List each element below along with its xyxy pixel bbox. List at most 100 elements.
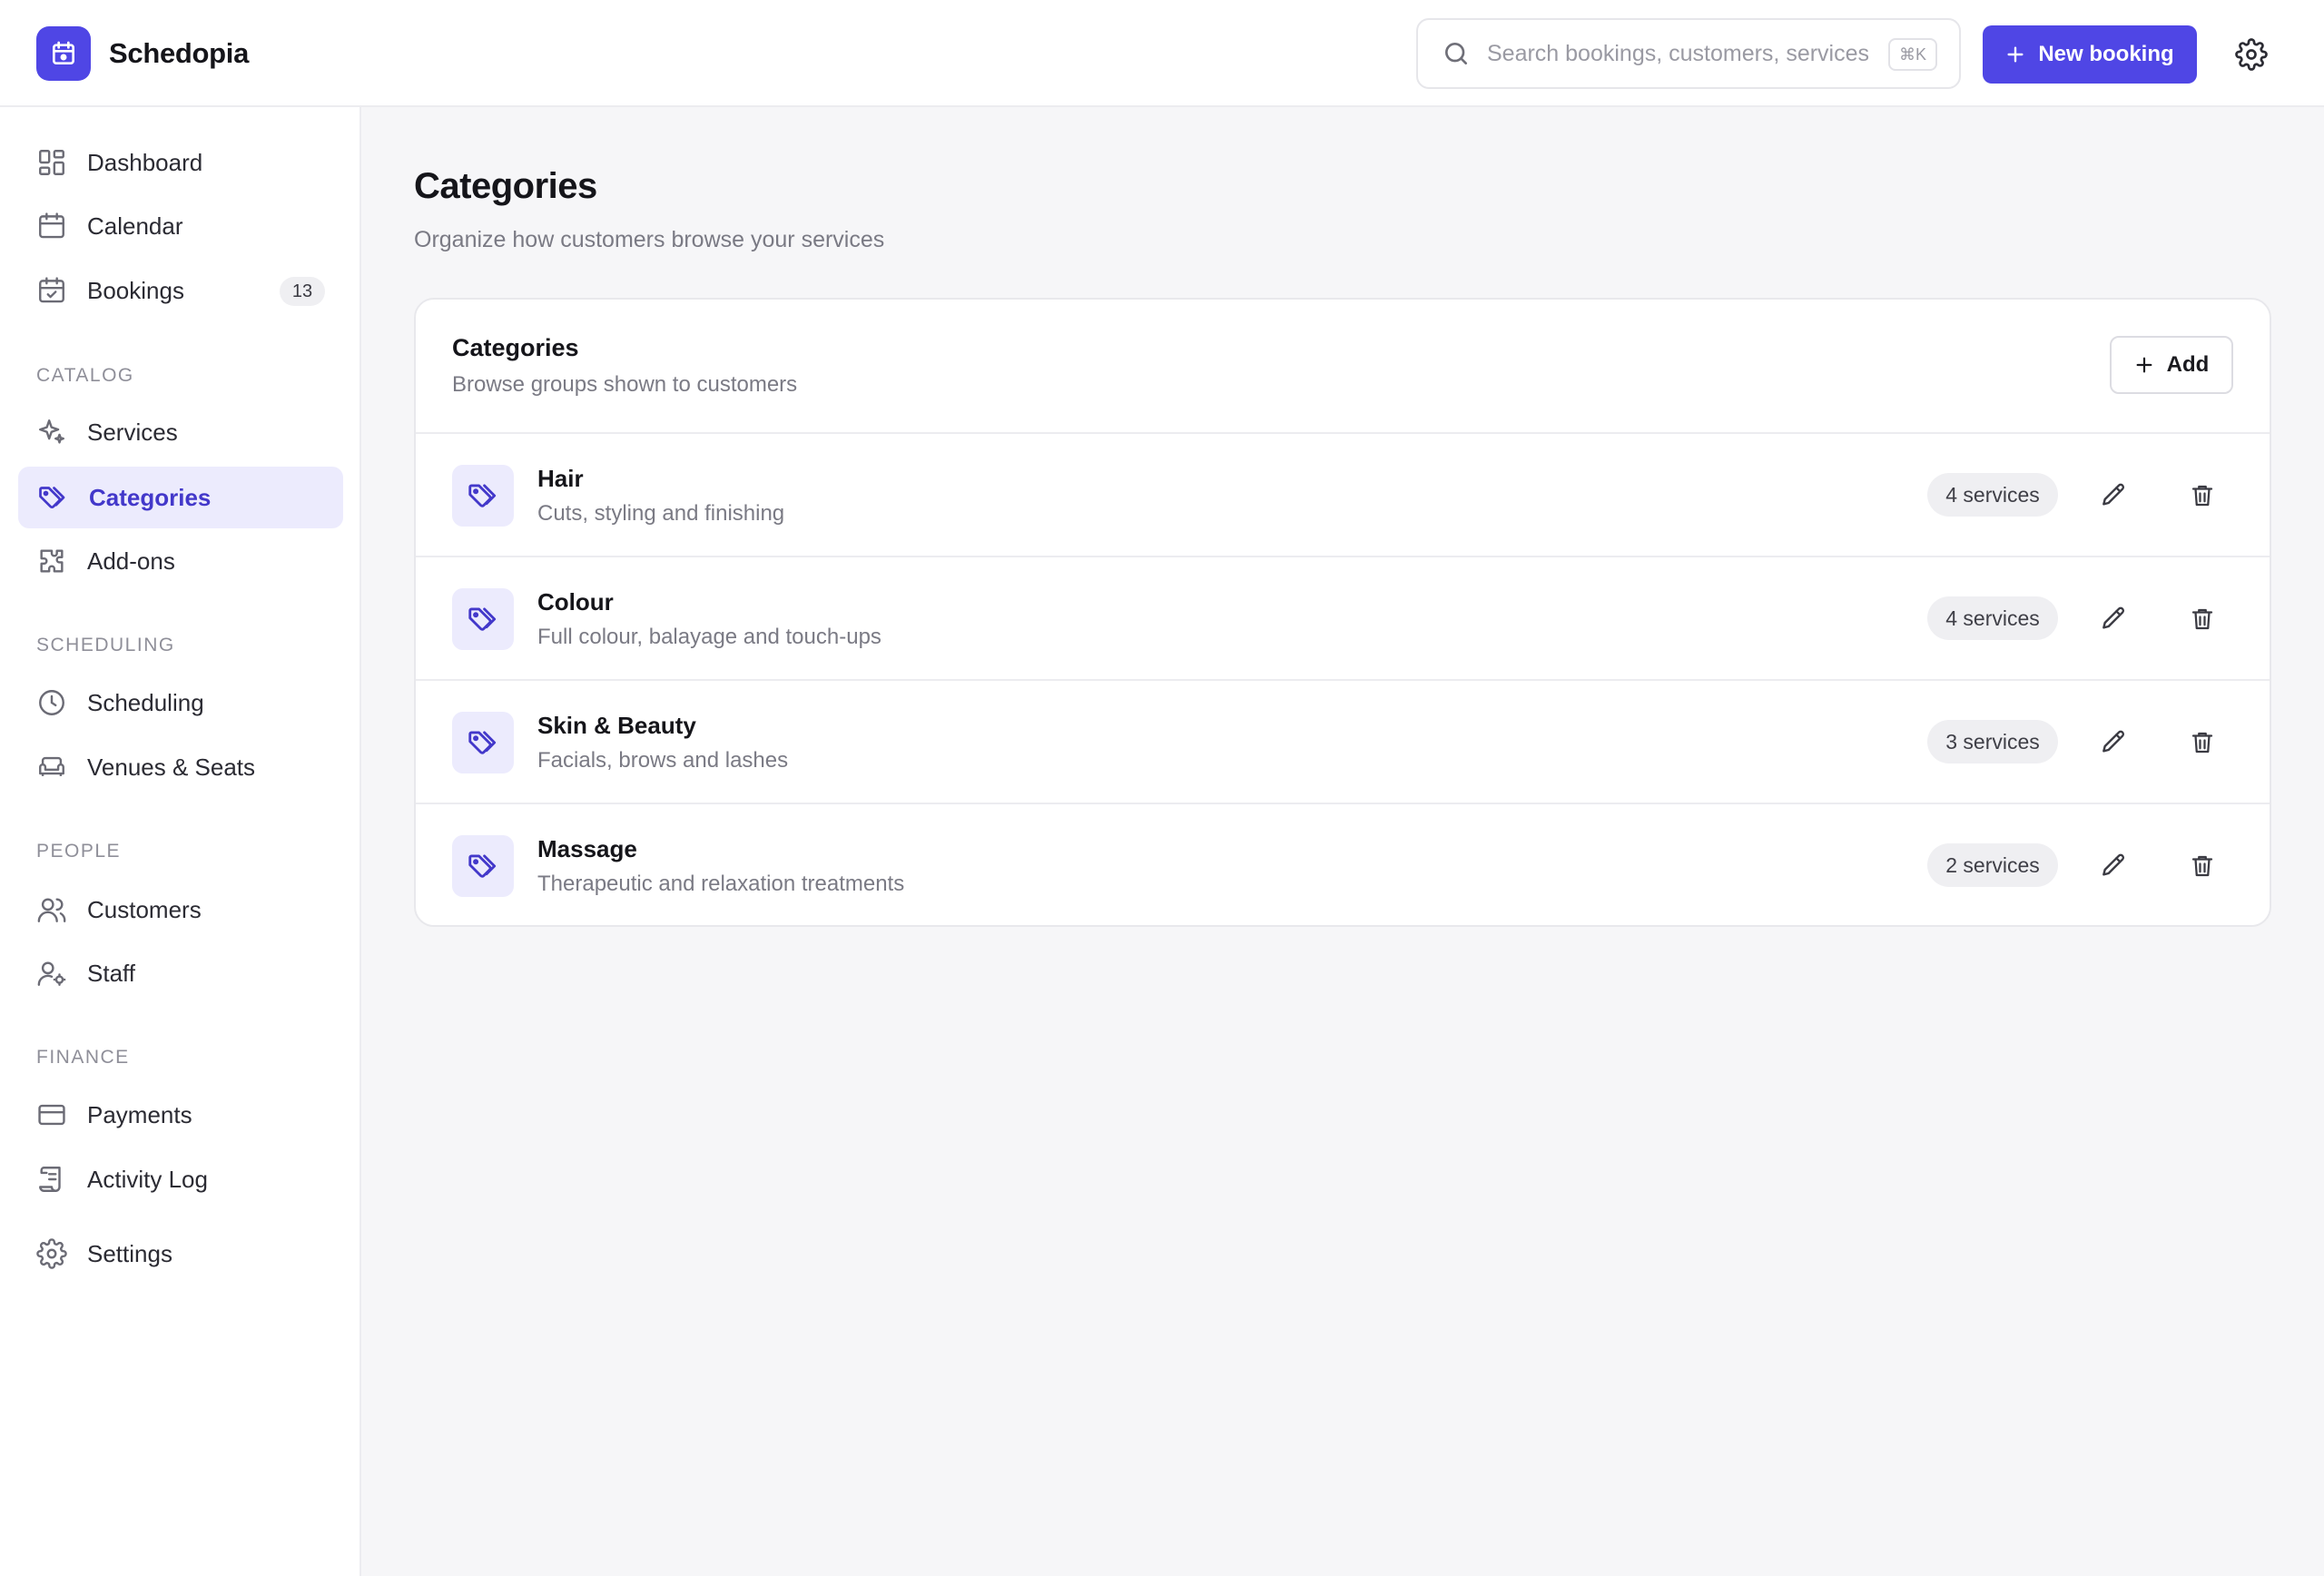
sidebar-item-label: Services xyxy=(87,418,178,446)
section-label-finance: FINANCE xyxy=(36,1047,130,1068)
category-description: Cuts, styling and finishing xyxy=(537,501,785,526)
category-row[interactable]: Massage Therapeutic and relaxation treat… xyxy=(416,804,2270,925)
sidebar-item-label: Staff xyxy=(87,959,136,987)
sidebar-item-venues-seats[interactable]: Venues & Seats xyxy=(18,736,343,798)
puzzle-icon xyxy=(40,549,64,573)
gear-icon xyxy=(36,1238,67,1269)
sidebar-item-bookings[interactable]: Bookings 13 xyxy=(18,260,343,321)
sidebar-item-categories[interactable]: Categories xyxy=(18,467,343,528)
sidebar-item-calendar[interactable]: Calendar xyxy=(18,195,343,257)
card-title: Categories xyxy=(452,334,579,361)
search-icon xyxy=(1445,43,1467,64)
tags-icon xyxy=(452,465,514,527)
user-cog-icon xyxy=(37,961,66,986)
top-bar: Schedopia ⌘K New booking xyxy=(0,0,2324,107)
sidebar-item-label: Categories xyxy=(89,483,212,511)
tags-icon xyxy=(452,712,514,773)
sidebar-item-services[interactable]: Services xyxy=(18,401,343,463)
tags-icon xyxy=(452,835,514,897)
trash-icon xyxy=(2191,485,2213,507)
sidebar-item-label: Activity Log xyxy=(87,1165,208,1193)
edit-category-button[interactable] xyxy=(2095,724,2132,761)
sidebar-item-payments[interactable]: Payments xyxy=(18,1084,343,1146)
dashboard-icon xyxy=(39,150,64,175)
sparkle-icon xyxy=(39,419,64,444)
card-subtitle: Browse groups shown to customers xyxy=(452,372,798,397)
category-name: Hair xyxy=(537,465,584,492)
sidebar-item-label: Venues & Seats xyxy=(87,753,256,781)
add-label: Add xyxy=(2166,352,2210,377)
section-label-catalog: CATALOG xyxy=(36,365,134,386)
category-row[interactable]: Colour Full colour, balayage and touch-u… xyxy=(416,557,2270,681)
category-description: Facials, brows and lashes xyxy=(537,748,789,773)
sidebar-item-label: Payments xyxy=(87,1100,192,1128)
sidebar-item-label: Calendar xyxy=(87,212,183,240)
sidebar-item-settings[interactable]: Settings xyxy=(18,1223,343,1285)
new-booking-button[interactable]: New booking xyxy=(1983,25,2197,84)
delete-category-button[interactable] xyxy=(2184,601,2221,637)
service-count-badge: 4 services xyxy=(1927,596,2058,640)
calendar-icon xyxy=(39,212,64,239)
calendar-check-icon xyxy=(39,277,64,303)
sidebar-item-customers[interactable]: Customers xyxy=(18,879,343,941)
page-title: Categories xyxy=(414,166,597,206)
search-input[interactable] xyxy=(1487,40,1886,67)
categories-card: Categories Browse groups shown to custom… xyxy=(414,298,2271,927)
sidebar-item-label: Settings xyxy=(87,1239,172,1267)
sidebar-item-label: Customers xyxy=(87,895,202,923)
sidebar: Dashboard Calendar Bookings 13 CATALOG S… xyxy=(0,107,361,1576)
pencil-icon xyxy=(2102,853,2125,876)
clock-icon xyxy=(39,690,64,715)
search-shortcut: ⌘K xyxy=(1887,38,1937,71)
category-name: Massage xyxy=(537,835,637,862)
category-description: Full colour, balayage and touch-ups xyxy=(537,625,881,649)
delete-category-button[interactable] xyxy=(2184,478,2221,514)
search-box[interactable]: ⌘K xyxy=(1416,18,1961,89)
sidebar-item-add-ons[interactable]: Add-ons xyxy=(18,530,343,592)
edit-category-button[interactable] xyxy=(2095,478,2132,514)
service-count-badge: 2 services xyxy=(1927,843,2058,887)
credit-card-icon xyxy=(38,1104,65,1126)
sidebar-item-label: Add-ons xyxy=(87,547,175,575)
trash-icon xyxy=(2191,608,2213,630)
plus-icon xyxy=(2007,46,2024,63)
pencil-icon xyxy=(2102,606,2125,629)
trash-icon xyxy=(2191,732,2213,754)
service-count-badge: 3 services xyxy=(1927,720,2058,763)
page-subtitle: Organize how customers browse your servi… xyxy=(414,227,885,252)
tags-icon xyxy=(39,487,65,509)
category-row[interactable]: Skin & Beauty Facials, brows and lashes … xyxy=(416,681,2270,804)
sidebar-item-label: Dashboard xyxy=(87,148,203,176)
service-count-badge: 4 services xyxy=(1927,473,2058,517)
pencil-icon xyxy=(2102,730,2125,753)
pencil-icon xyxy=(2102,483,2125,506)
sofa-icon xyxy=(39,756,64,776)
scroll-icon xyxy=(39,1167,61,1192)
edit-category-button[interactable] xyxy=(2095,601,2132,637)
sidebar-item-activity-log[interactable]: Activity Log xyxy=(18,1148,343,1210)
plus-icon xyxy=(2136,357,2152,373)
category-name: Skin & Beauty xyxy=(537,712,696,739)
category-row[interactable]: Hair Cuts, styling and finishing 4 servi… xyxy=(416,434,2270,557)
sidebar-item-staff[interactable]: Staff xyxy=(18,942,343,1004)
calendar-logo-icon xyxy=(36,26,91,81)
delete-category-button[interactable] xyxy=(2184,848,2221,884)
section-label-scheduling: SCHEDULING xyxy=(36,635,175,655)
card-header: Categories Browse groups shown to custom… xyxy=(416,300,2270,434)
edit-category-button[interactable] xyxy=(2095,848,2132,884)
users-icon xyxy=(37,898,66,922)
new-booking-label: New booking xyxy=(2038,42,2174,66)
app-name: Schedopia xyxy=(109,37,250,69)
gear-icon[interactable] xyxy=(2235,38,2268,71)
brand[interactable]: Schedopia xyxy=(36,26,249,81)
sidebar-item-label: Bookings xyxy=(87,276,184,304)
delete-category-button[interactable] xyxy=(2184,724,2221,761)
sidebar-item-dashboard[interactable]: Dashboard xyxy=(18,132,343,193)
sidebar-item-label: Scheduling xyxy=(87,688,204,716)
category-name: Colour xyxy=(537,588,614,616)
section-label-people: PEOPLE xyxy=(36,841,122,862)
trash-icon xyxy=(2191,855,2213,877)
sidebar-item-scheduling[interactable]: Scheduling xyxy=(18,672,343,734)
add-category-button[interactable]: Add xyxy=(2110,336,2233,394)
bookings-count-badge: 13 xyxy=(280,277,325,306)
